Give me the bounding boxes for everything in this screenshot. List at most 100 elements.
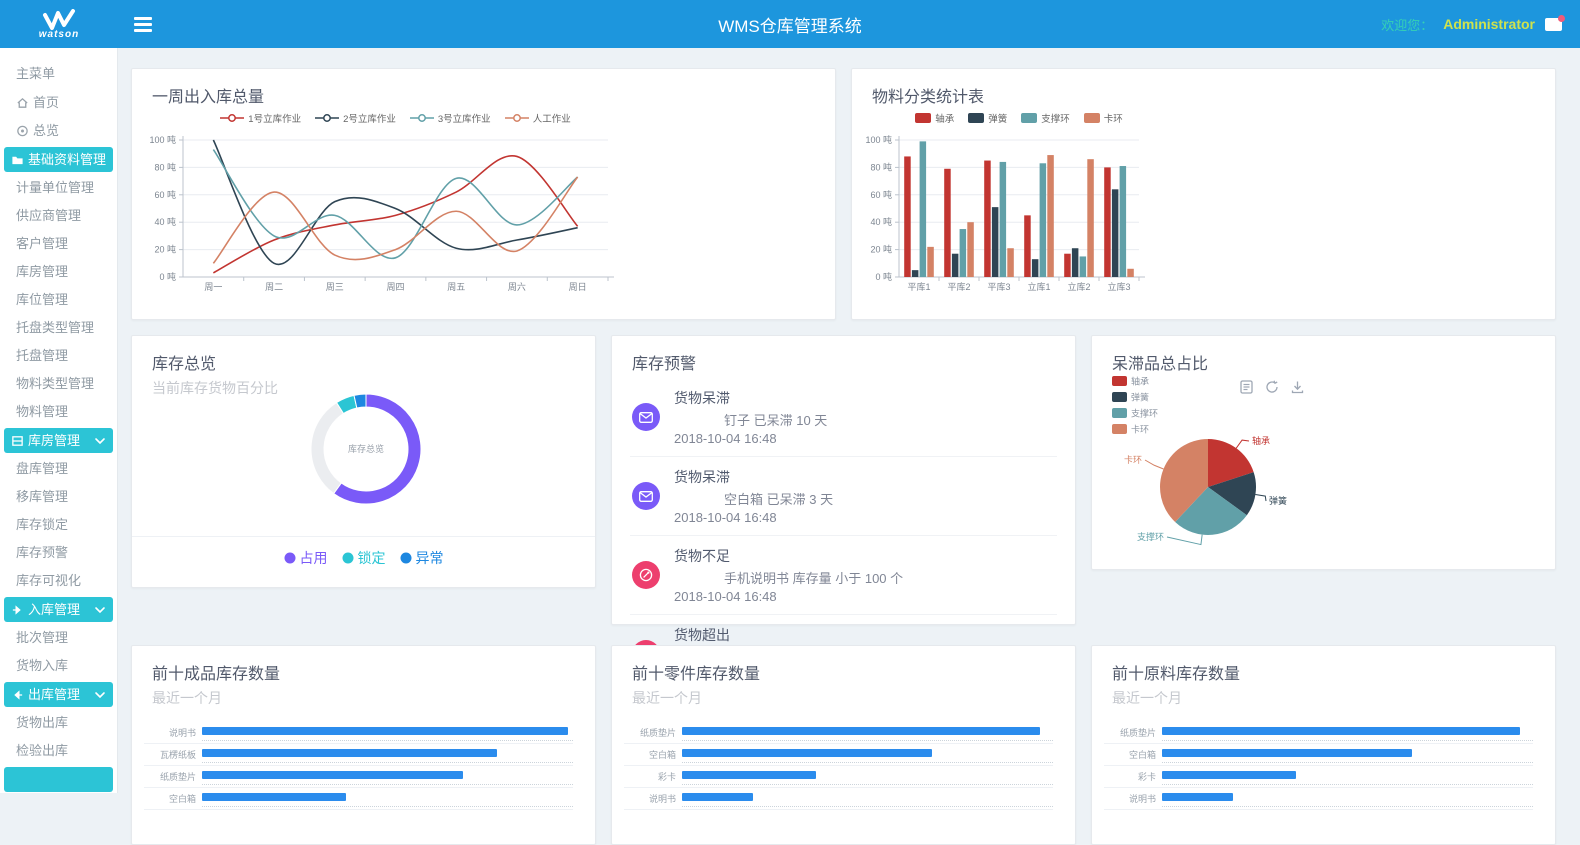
card-top10-parts: 前十零件库存数量 最近一个月 纸质垫片 空白箱 彩卡 说明书 [611,645,1076,845]
sidebar-item-托盘类型管理[interactable]: 托盘类型管理 [0,314,117,342]
hbar-row: 彩卡 [1104,766,1533,788]
hbar[interactable] [1162,771,1296,779]
hbar[interactable] [1162,749,1412,757]
hbar-gridline [1162,740,1533,741]
warning-list-item[interactable]: 货物呆滞 钉子 已呆滞 10 天 2018-10-04 16:48 [630,378,1057,457]
sidebar-item-移库管理[interactable]: 移库管理 [0,483,117,511]
sidebar-item-库存可视化[interactable]: 库存可视化 [0,567,117,595]
warning-list-item[interactable]: 货物不足 手机说明书 库存量 小于 100 个 2018-10-04 16:48 [630,536,1057,615]
sidebar-item-货物出库[interactable]: 货物出库 [0,709,117,737]
inventory-donut-chart[interactable]: 库存总览 [132,358,597,538]
sidebar-item-物料管理[interactable]: 物料管理 [0,398,117,426]
sidebar-item-库位管理[interactable]: 库位管理 [0,286,117,314]
sidebar-item-货物入库[interactable]: 货物入库 [0,652,117,680]
card-subtitle: 最近一个月 [132,684,595,708]
watson-logo[interactable]: watson [0,9,118,40]
alert-icon [632,561,660,589]
warning-list-item[interactable]: 货物呆滞 空白箱 已呆滞 3 天 2018-10-04 16:48 [630,457,1057,536]
sidebar-item-基础资料管理[interactable]: 基础资料管理 [4,147,113,172]
svg-text:20 吨: 20 吨 [154,244,176,255]
svg-text:支撑环: 支撑环 [1131,408,1158,419]
line-marker-icon [220,113,244,123]
hbar-gridline [202,784,573,785]
sidebar-item-供应商管理[interactable]: 供应商管理 [0,202,117,230]
hbar[interactable] [202,749,497,757]
rect-marker-icon [1084,113,1100,123]
sidebar-item-label: 检验出库 [16,737,68,765]
sidebar-item-库存预警[interactable]: 库存预警 [0,539,117,567]
sidebar-item-label: 计量单位管理 [16,174,94,202]
sidebar-item-label: 盘库管理 [16,455,68,483]
svg-text:100 吨: 100 吨 [865,134,892,145]
hamburger-menu-icon[interactable] [134,14,152,35]
legend-item-支撑环[interactable]: 支撑环 [1021,111,1070,125]
legend-item-占用[interactable]: 占用 [284,548,328,568]
sidebar-item-计量单位管理[interactable]: 计量单位管理 [0,174,117,202]
card-top10-materials: 前十原料库存数量 最近一个月 纸质垫片 空白箱 彩卡 说明书 [1091,645,1556,845]
warning-title: 货物呆滞 [674,467,1057,487]
legend-item-锁定[interactable]: 锁定 [342,548,386,568]
sidebar-item-partial[interactable] [4,767,113,792]
sidebar-item-库房管理[interactable]: 库房管理 [0,258,117,286]
mail-icon [632,403,660,431]
sidebar-item-出库管理[interactable]: 出库管理 [4,682,113,707]
sidebar-item-批次管理[interactable]: 批次管理 [0,624,117,652]
warning-time: 2018-10-04 16:48 [674,589,1057,604]
sidebar-item-盘库管理[interactable]: 盘库管理 [0,455,117,483]
legend-item-人工作业[interactable]: 人工作业 [505,111,571,125]
sidebar-item-库房管理[interactable]: 库房管理 [4,428,113,453]
sidebar-item-label: 移库管理 [16,483,68,511]
legend-item-2号立库作业[interactable]: 2号立库作业 [315,111,396,125]
sidebar-item-label: 总览 [33,117,59,145]
legend-item-轴承[interactable]: 轴承 [1112,376,1149,387]
svg-text:80 吨: 80 吨 [870,161,892,172]
sidebar-item-库存锁定[interactable]: 库存锁定 [0,511,117,539]
home-icon [16,96,29,110]
sidebar-item-label: 库存预警 [16,539,68,567]
sidebar-item-label: 批次管理 [16,624,68,652]
warning-desc: 钉子 已呆滞 10 天 [674,410,1057,429]
divider [132,536,595,537]
material-bar-chart[interactable]: 0 吨20 吨40 吨60 吨80 吨100 吨平库1平库2平库3立库1立库2立… [852,129,1557,309]
hbar[interactable] [202,727,568,735]
hbar[interactable] [202,793,346,801]
sidebar-item-物料类型管理[interactable]: 物料类型管理 [0,370,117,398]
legend-item-3号立库作业[interactable]: 3号立库作业 [410,111,491,125]
sidebar-item-总览[interactable]: 总览 [0,117,117,145]
hbar[interactable] [1162,793,1233,801]
sidebar-item-托盘管理[interactable]: 托盘管理 [0,342,117,370]
legend-item-1号立库作业[interactable]: 1号立库作业 [220,111,301,125]
message-icon[interactable] [1545,18,1562,31]
current-user[interactable]: Administrator [1443,16,1535,32]
sidebar-item-入库管理[interactable]: 入库管理 [4,597,113,622]
weekly-line-chart[interactable]: 0 吨20 吨40 吨60 吨80 吨100 吨周一周二周三周四周五周六周日 [132,129,837,309]
legend-item-异常[interactable]: 异常 [400,548,444,568]
legend-item-轴承[interactable]: 轴承 [915,111,954,125]
legend-item-弹簧[interactable]: 弹簧 [968,111,1007,125]
svg-text:40 吨: 40 吨 [870,216,892,227]
hbar-gridline [202,806,573,807]
stagnant-pie-chart[interactable]: 轴承弹簧支撑环卡环轴承弹簧支撑环卡环 [1092,336,1557,571]
hbar-row: 空白箱 [1104,744,1533,766]
hbar[interactable] [682,727,1040,735]
legend-item-弹簧[interactable]: 弹簧 [1112,392,1149,403]
sidebar-item-客户管理[interactable]: 客户管理 [0,230,117,258]
hbar[interactable] [682,749,932,757]
hbar-label: 空白箱 [624,748,676,761]
svg-text:40 吨: 40 吨 [154,216,176,227]
warning-desc: 空白箱 已呆滞 3 天 [674,489,1057,508]
hbar[interactable] [682,793,753,801]
hbar[interactable] [682,771,816,779]
app-header: watson WMS仓库管理系统 欢迎您： Administrator [0,0,1580,48]
legend-item-支撑环[interactable]: 支撑环 [1112,408,1158,419]
hbar[interactable] [202,771,463,779]
hbar[interactable] [1162,727,1520,735]
hbar-row: 纸质垫片 [144,766,573,788]
hbar-label: 瓦楞纸板 [144,748,196,761]
card-title: 前十原料库存数量 [1092,646,1555,684]
sidebar-item-检验出库[interactable]: 检验出库 [0,737,117,765]
sidebar-item-label: 库位管理 [16,286,68,314]
legend-item-卡环[interactable]: 卡环 [1084,111,1123,125]
sidebar-item-首页[interactable]: 首页 [0,89,117,117]
legend-item-卡环[interactable]: 卡环 [1112,424,1149,435]
